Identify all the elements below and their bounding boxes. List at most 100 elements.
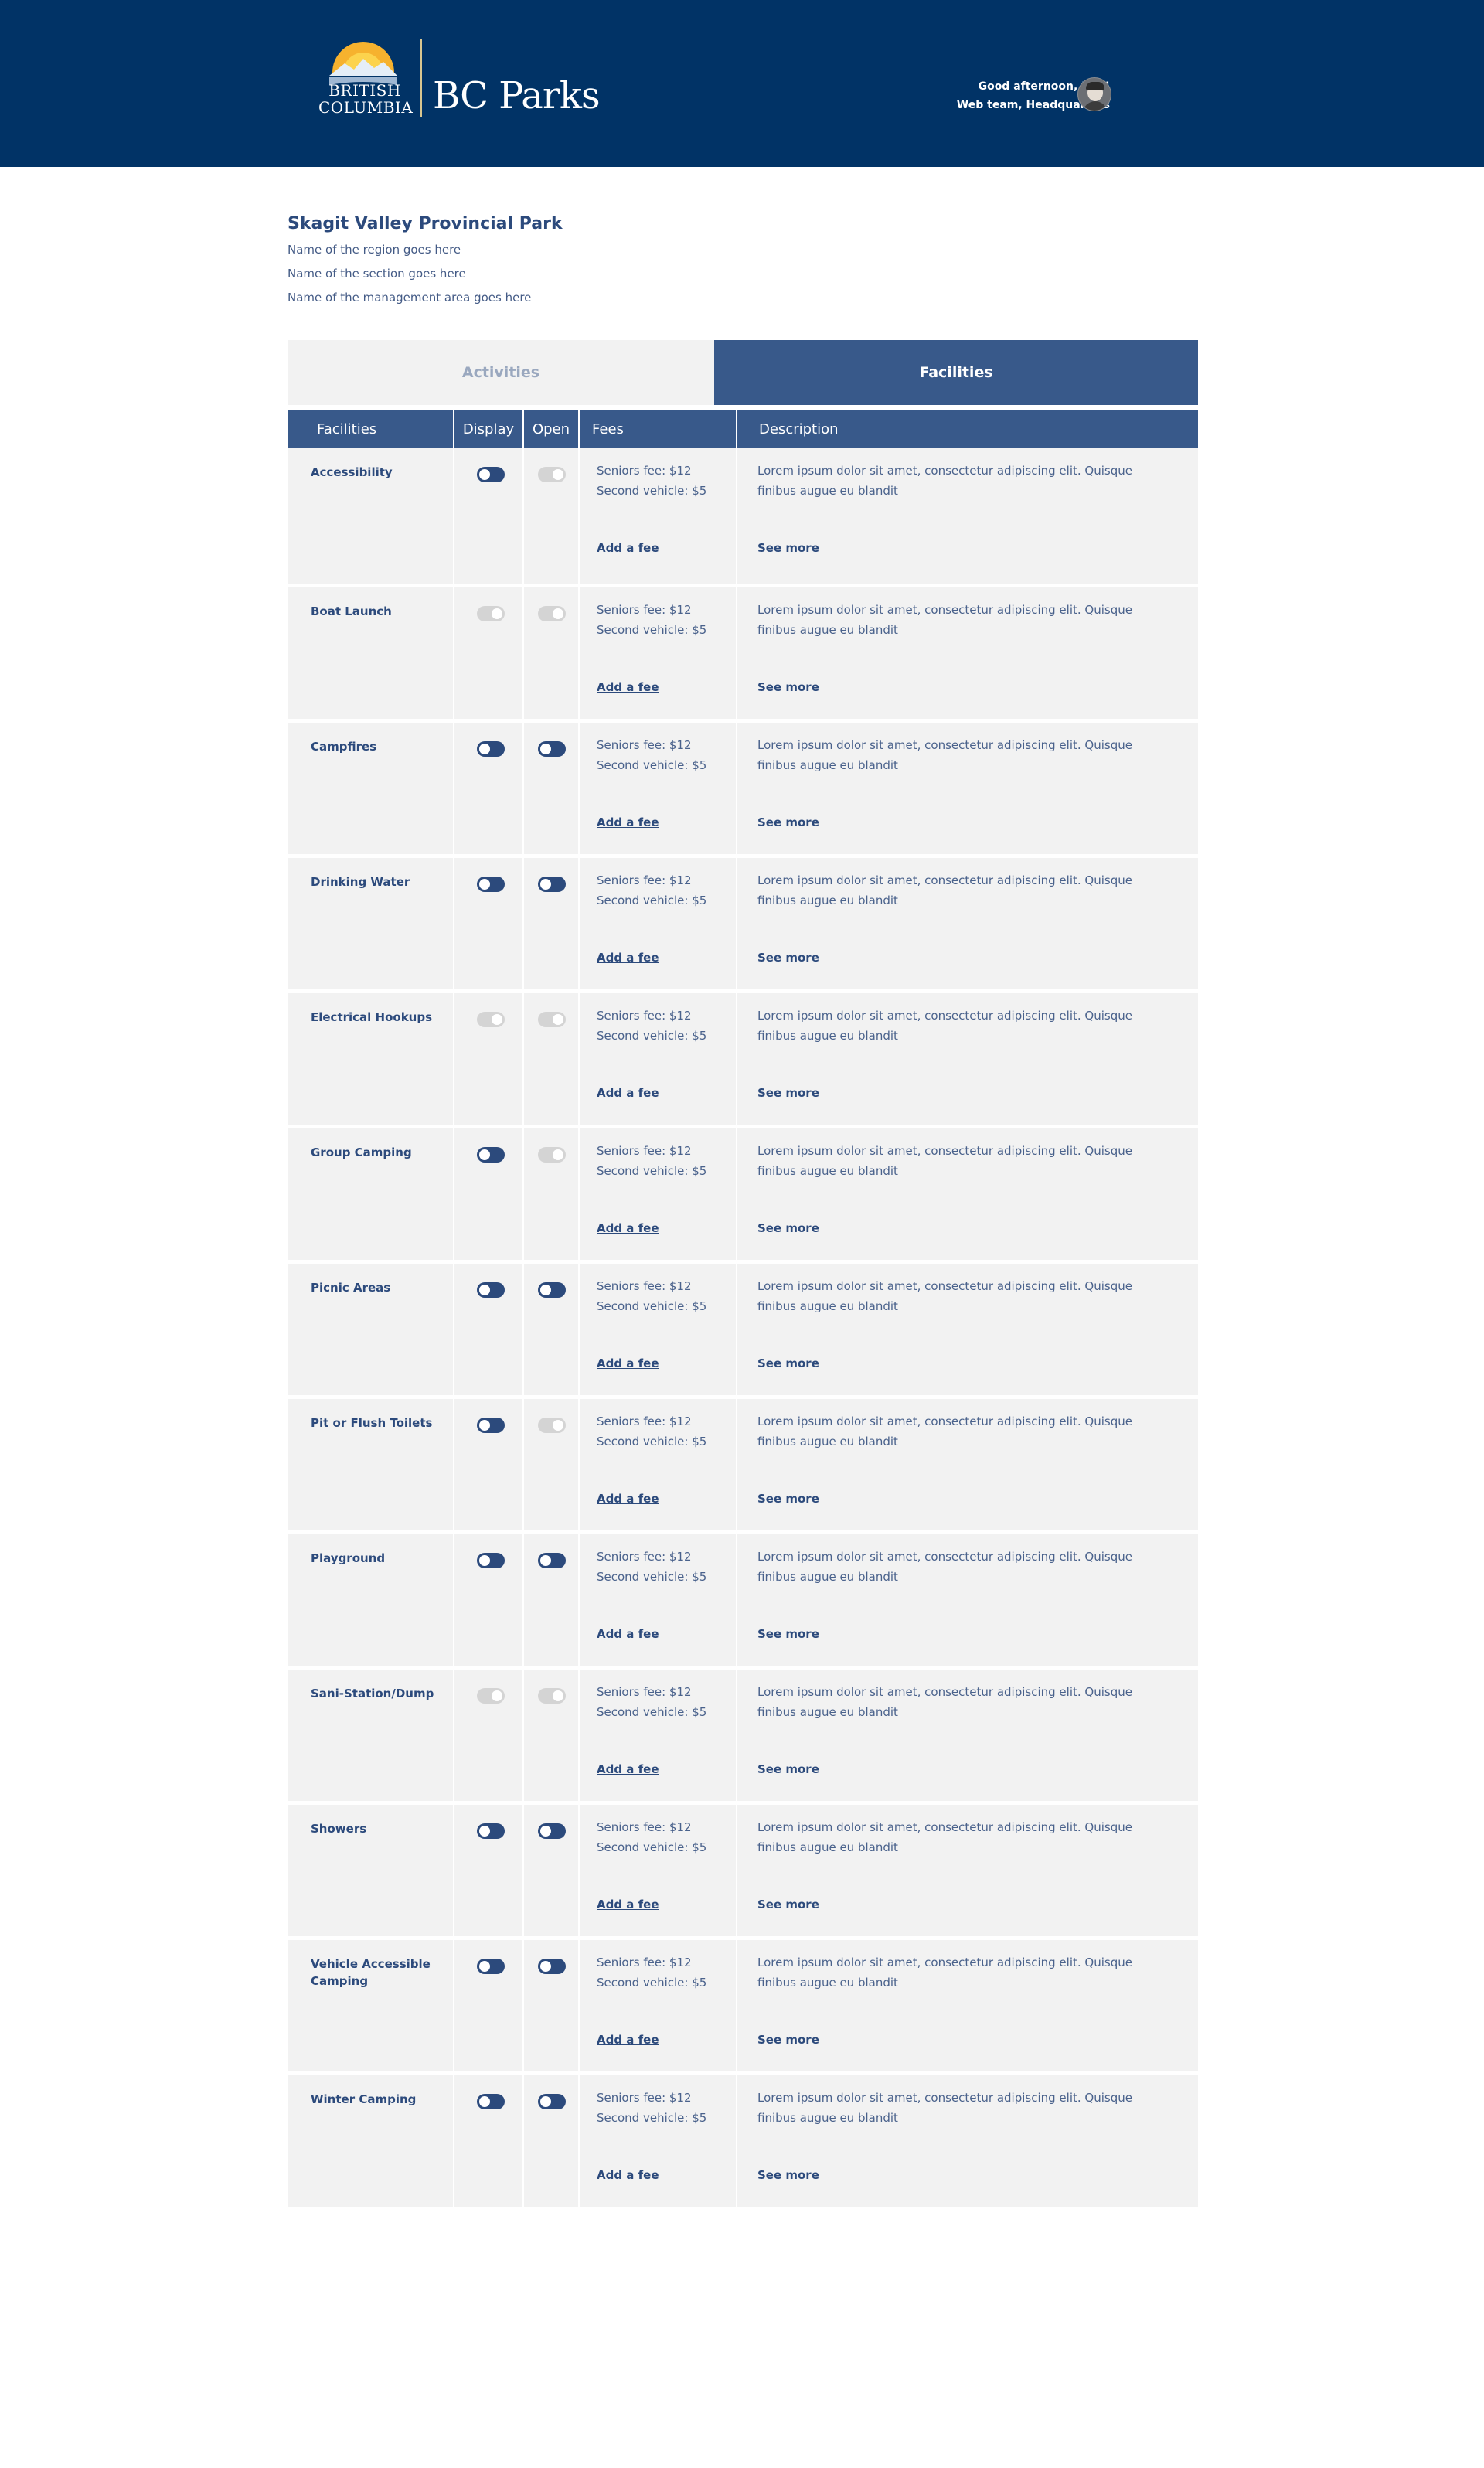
avatar[interactable] <box>1077 77 1111 111</box>
open-toggle[interactable] <box>538 1418 566 1433</box>
open-toggle[interactable] <box>538 1688 566 1704</box>
display-toggle[interactable] <box>477 1012 505 1027</box>
display-toggle[interactable] <box>477 1147 505 1163</box>
open-toggle[interactable] <box>538 1012 566 1027</box>
see-more-link[interactable]: See more <box>757 951 819 965</box>
table-row: Playground Seniors fee: $12 Second vehicle… <box>288 1530 1198 1666</box>
fee-seniors: Seniors fee: $12 <box>597 603 692 617</box>
see-more-link[interactable]: See more <box>757 1492 819 1506</box>
open-toggle[interactable] <box>538 1553 566 1568</box>
add-fee-link[interactable]: Add a fee <box>597 815 659 829</box>
column-header-display: Display <box>454 410 524 448</box>
fees-cell: Seniors fee: $12 Second vehicle: $5 Add a … <box>580 1128 737 1260</box>
display-toggle[interactable] <box>477 1418 505 1433</box>
add-fee-link[interactable]: Add a fee <box>597 2033 659 2047</box>
logo-text-columbia: COLUMBIA <box>318 98 414 117</box>
display-toggle[interactable] <box>477 2094 505 2109</box>
see-more-link[interactable]: See more <box>757 1086 819 1100</box>
bc-parks-logo[interactable]: BRITISH COLUMBIA BC Parks <box>315 34 601 127</box>
fee-seniors: Seniors fee: $12 <box>597 1279 692 1293</box>
see-more-link[interactable]: See more <box>757 815 819 829</box>
open-toggle[interactable] <box>538 1823 566 1839</box>
add-fee-link[interactable]: Add a fee <box>597 1221 659 1235</box>
add-fee-link[interactable]: Add a fee <box>597 1898 659 1911</box>
open-toggle[interactable] <box>538 1282 566 1298</box>
see-more-link[interactable]: See more <box>757 1357 819 1370</box>
fees-cell: Seniors fee: $12 Second vehicle: $5 Add a … <box>580 1399 737 1530</box>
open-toggle[interactable] <box>538 606 566 621</box>
facility-name: Group Camping <box>311 1145 412 1159</box>
fees-cell: Seniors fee: $12 Second vehicle: $5 Add a … <box>580 1534 737 1666</box>
see-more-link[interactable]: See more <box>757 1898 819 1911</box>
facility-name: Accessibility <box>311 465 393 479</box>
add-fee-link[interactable]: Add a fee <box>597 1357 659 1370</box>
add-fee-link[interactable]: Add a fee <box>597 1627 659 1641</box>
open-cell <box>524 1940 580 2071</box>
display-toggle[interactable] <box>477 1688 505 1704</box>
facility-name: Pit or Flush Toilets <box>311 1416 433 1430</box>
display-cell <box>454 1399 524 1530</box>
table-row: Campfires Seniors fee: $12 Second vehicle:… <box>288 719 1198 854</box>
display-toggle[interactable] <box>477 1823 505 1839</box>
fee-second-vehicle: Second vehicle: $5 <box>597 758 707 772</box>
fees-cell: Seniors fee: $12 Second vehicle: $5 Add a … <box>580 1264 737 1395</box>
tab-facilities[interactable]: Facilities <box>714 340 1198 405</box>
display-cell <box>454 1128 524 1260</box>
open-cell <box>524 2075 580 2207</box>
open-toggle[interactable] <box>538 1959 566 1974</box>
display-cell <box>454 723 524 854</box>
display-toggle[interactable] <box>477 606 505 621</box>
see-more-link[interactable]: See more <box>757 2033 819 2047</box>
fees-cell: Seniors fee: $12 Second vehicle: $5 Add a … <box>580 1805 737 1936</box>
table-row: Picnic Areas Seniors fee: $12 Second vehic… <box>288 1260 1198 1395</box>
fees-cell: Seniors fee: $12 Second vehicle: $5 Add a … <box>580 858 737 989</box>
table-header: Facilities Display Open Fees Description <box>288 410 1198 448</box>
fee-seniors: Seniors fee: $12 <box>597 1550 692 1564</box>
facility-name: Vehicle Accessible Camping <box>311 1957 431 1988</box>
see-more-link[interactable]: See more <box>757 1627 819 1641</box>
fees-cell: Seniors fee: $12 Second vehicle: $5 Add a … <box>580 1670 737 1801</box>
description-text: Lorem ipsum dolor sit amet, consectetur … <box>757 1009 1132 1043</box>
add-fee-link[interactable]: Add a fee <box>597 1492 659 1506</box>
display-toggle[interactable] <box>477 467 505 482</box>
add-fee-link[interactable]: Add a fee <box>597 2168 659 2182</box>
see-more-link[interactable]: See more <box>757 2168 819 2182</box>
display-toggle[interactable] <box>477 741 505 757</box>
column-header-description: Description <box>759 420 839 437</box>
table-row: Electrical Hookups Seniors fee: $12 Second… <box>288 989 1198 1125</box>
facility-cell: Playground <box>288 1534 454 1666</box>
add-fee-link[interactable]: Add a fee <box>597 680 659 694</box>
facility-cell: Sani-Station/Dump <box>288 1670 454 1801</box>
open-toggle[interactable] <box>538 467 566 482</box>
add-fee-link[interactable]: Add a fee <box>597 1762 659 1776</box>
display-toggle[interactable] <box>477 1282 505 1298</box>
see-more-link[interactable]: See more <box>757 541 819 555</box>
description-cell: Lorem ipsum dolor sit amet, consectetur … <box>737 448 1198 584</box>
fee-second-vehicle: Second vehicle: $5 <box>597 1435 707 1448</box>
add-fee-link[interactable]: Add a fee <box>597 541 659 555</box>
logo-text-british: BRITISH <box>328 81 401 100</box>
open-toggle[interactable] <box>538 2094 566 2109</box>
add-fee-link[interactable]: Add a fee <box>597 1086 659 1100</box>
fee-seniors: Seniors fee: $12 <box>597 1685 692 1699</box>
see-more-link[interactable]: See more <box>757 680 819 694</box>
tab-activities[interactable]: Activities <box>288 340 714 405</box>
description-cell: Lorem ipsum dolor sit amet, consectetur … <box>737 723 1198 854</box>
add-fee-link[interactable]: Add a fee <box>597 951 659 965</box>
facility-name: Campfires <box>311 740 377 754</box>
display-toggle[interactable] <box>477 1553 505 1568</box>
open-cell <box>524 1670 580 1801</box>
open-toggle[interactable] <box>538 1147 566 1163</box>
display-cell <box>454 1264 524 1395</box>
open-toggle[interactable] <box>538 741 566 757</box>
see-more-link[interactable]: See more <box>757 1762 819 1776</box>
table-row: Accessibility Seniors fee: $12 Second vehi… <box>288 448 1198 584</box>
fees-cell: Seniors fee: $12 Second vehicle: $5 Add a … <box>580 587 737 719</box>
see-more-link[interactable]: See more <box>757 1221 819 1235</box>
display-toggle[interactable] <box>477 1959 505 1974</box>
facility-cell: Campfires <box>288 723 454 854</box>
display-toggle[interactable] <box>477 877 505 892</box>
park-info: Skagit Valley Provincial Park Name of th… <box>288 210 563 310</box>
open-toggle[interactable] <box>538 877 566 892</box>
description-cell: Lorem ipsum dolor sit amet, consectetur … <box>737 1399 1198 1530</box>
